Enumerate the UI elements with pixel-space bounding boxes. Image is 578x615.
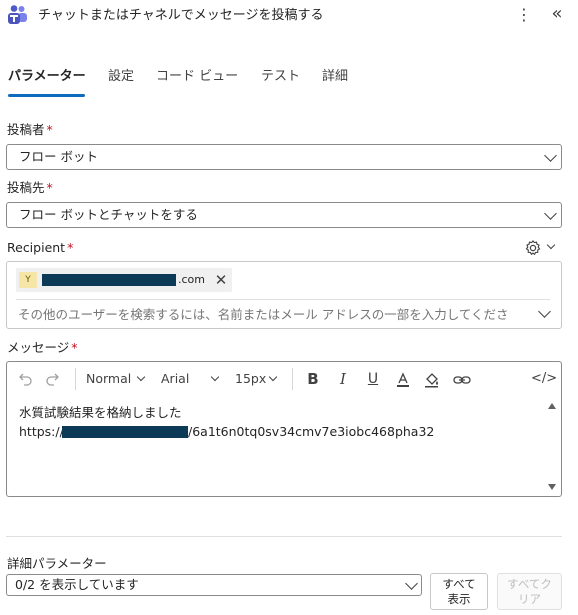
required-mark: * [46,122,53,137]
chevron-down-icon [544,207,557,220]
post-as-value: フロー ボット [19,149,98,164]
highlight-color-icon[interactable] [423,371,441,389]
advanced-parameters-value: 0/2 を表示しています [15,577,139,592]
font-size-dropdown[interactable]: 15px [235,369,266,389]
post-as-label: 投稿者 * [7,122,53,137]
divider [6,536,562,537]
close-icon[interactable]: ✕ [211,269,231,291]
code-view-icon[interactable]: </> [531,369,557,389]
page-title: チャットまたはチャネルでメッセージを投稿する [38,8,324,23]
message-line-2-prefix: https:// [19,424,64,439]
underline-button[interactable]: U [364,369,382,389]
required-mark: * [67,240,74,255]
undo-icon[interactable] [17,371,33,387]
show-all-button[interactable]: すべて 表示 [430,573,488,610]
scroll-up-arrow[interactable] [548,403,556,409]
scroll-down-arrow[interactable] [548,484,556,490]
bold-button[interactable]: B [304,369,322,389]
recipient-search-input[interactable] [18,305,530,325]
active-tab-indicator [8,94,85,97]
tab-parameters[interactable]: パラメーター [8,68,86,86]
recipient-email-domain: .com [178,273,205,286]
chevron-down-icon [405,577,418,590]
italic-button[interactable]: I [334,369,352,389]
message-line-1: 水質試験結果を格納しました [19,405,182,420]
toolbar-separator [292,368,293,390]
message-line-2-suffix: /6a1t6n0tq0sv34cmv7e3iobc468pha32 [188,424,435,439]
chevron-down-icon [544,149,557,162]
collapse-left-icon[interactable]: « [546,4,568,26]
redo-icon[interactable] [45,371,61,387]
post-as-select[interactable]: フロー ボット [6,144,562,170]
gear-icon[interactable] [524,239,542,257]
redacted-email [42,274,176,286]
font-color-icon[interactable] [394,371,412,389]
paragraph-style-dropdown[interactable]: Normal [86,369,131,389]
more-vertical-icon[interactable]: ⋮ [514,4,534,26]
recipient-label: Recipient * [7,240,74,255]
tab-code-view[interactable]: コード ビュー [156,68,238,86]
tab-settings[interactable]: 設定 [108,68,134,86]
font-family-dropdown[interactable]: Arial [161,369,189,389]
redacted-url [62,426,188,438]
required-mark: * [46,180,53,195]
avatar: Y [19,272,37,288]
post-in-value: フロー ボットとチャットをする [19,207,198,222]
chevron-down-icon[interactable] [546,240,556,250]
post-in-select[interactable]: フロー ボットとチャットをする [6,202,562,228]
clear-all-button[interactable]: すべてク リア [497,573,562,610]
message-label: メッセージ * [7,340,78,355]
advanced-parameters-select[interactable]: 0/2 を表示しています [6,574,422,596]
tab-details[interactable]: 詳細 [322,68,348,86]
tab-test[interactable]: テスト [261,68,300,86]
divider [16,299,550,300]
post-in-label: 投稿先 * [7,180,53,195]
advanced-parameters-label: 詳細パラメーター [7,556,107,571]
required-mark: * [71,340,78,355]
toolbar-separator [75,368,76,390]
teams-icon [8,5,27,24]
link-icon[interactable] [452,371,472,389]
